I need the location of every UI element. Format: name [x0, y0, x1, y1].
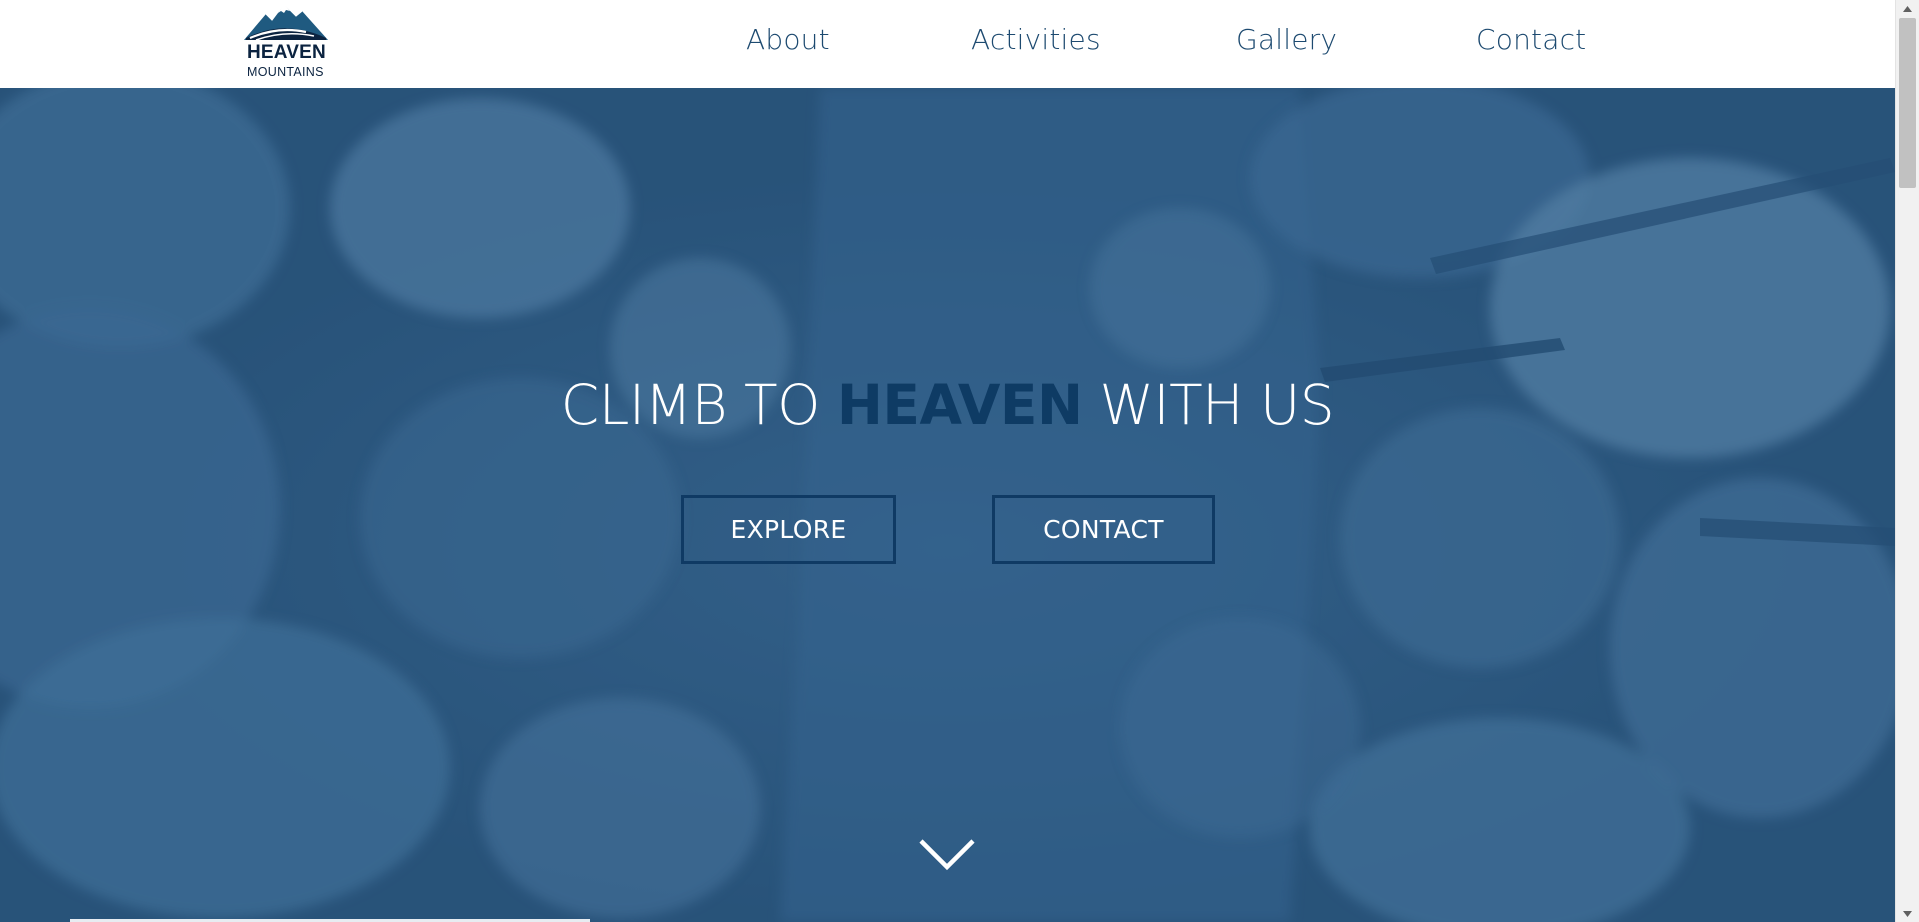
- page: HEAVEN MOUNTAINS About Activities Galler…: [0, 0, 1919, 922]
- nav-link-about[interactable]: About: [746, 20, 830, 60]
- scroll-up-button[interactable]: [1896, 0, 1919, 17]
- brand-name: HEAVEN: [247, 42, 326, 63]
- mountain-icon: [244, 3, 328, 41]
- site-header: HEAVEN MOUNTAINS About Activities Galler…: [0, 0, 1895, 88]
- brand-tagline: MOUNTAINS: [247, 65, 324, 79]
- nav-link-activities[interactable]: Activities: [971, 20, 1101, 60]
- scrollbar-thumb[interactable]: [1899, 18, 1916, 188]
- chevron-down-icon[interactable]: [917, 835, 977, 875]
- triangle-up-icon: [1903, 5, 1912, 12]
- nav-link-gallery[interactable]: Gallery: [1236, 20, 1337, 60]
- hero-title-start: CLIMB TO: [560, 373, 837, 437]
- hero-title: CLIMB TO HEAVEN WITH US: [0, 370, 1895, 440]
- hero-title-end: WITH US: [1082, 373, 1335, 437]
- triangle-down-icon: [1903, 910, 1912, 917]
- hero-title-accent: HEAVEN: [836, 373, 1083, 437]
- brand-logo[interactable]: HEAVEN MOUNTAINS: [244, 0, 330, 82]
- vertical-scrollbar[interactable]: [1895, 0, 1919, 922]
- nav-link-contact[interactable]: Contact: [1476, 20, 1586, 60]
- contact-button[interactable]: CONTACT: [992, 495, 1215, 564]
- hero-tint-overlay: [0, 88, 1895, 922]
- scroll-down-button[interactable]: [1896, 905, 1919, 922]
- hero-section: CLIMB TO HEAVEN WITH US EXPLORE CONTACT: [0, 88, 1895, 922]
- explore-button[interactable]: EXPLORE: [681, 495, 896, 564]
